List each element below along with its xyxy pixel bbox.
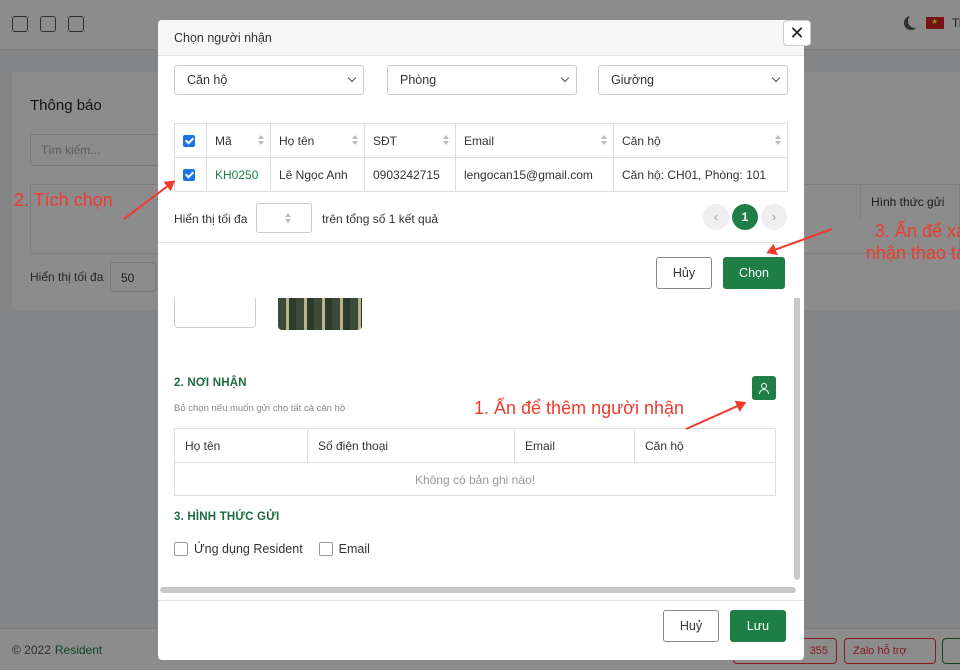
col-apartment[interactable]: Căn hộ: [613, 123, 788, 158]
apartment-select[interactable]: Căn hộ: [174, 65, 364, 95]
col-email[interactable]: Email: [455, 123, 614, 158]
next-page-button[interactable]: ›: [761, 204, 787, 230]
annotation-step3-line2: nhận thao tác: [865, 243, 960, 263]
col-apartment: Căn hộ: [645, 439, 684, 453]
create-notification-modal: 2. NƠI NHẬN Bỏ chọn nếu muốn gửi cho tất…: [158, 260, 804, 660]
bed-select[interactable]: Giường: [598, 65, 788, 95]
add-recipient-button[interactable]: [752, 376, 776, 400]
email-checkbox[interactable]: [318, 542, 333, 556]
option-app-label: Ứng dụng Resident: [194, 542, 303, 556]
col-email-label: Email: [464, 133, 495, 148]
resident-code-link[interactable]: KH0250: [206, 157, 271, 192]
col-email: Email: [515, 429, 635, 462]
resident-table: Mã Họ tên SĐT Email Căn hộ KH0250 Lê Ngọ…: [174, 123, 788, 192]
sort-icon[interactable]: [601, 135, 607, 147]
resident-email: lengocan15@gmail.com: [455, 157, 614, 192]
select-all-cell[interactable]: [174, 123, 207, 158]
close-icon[interactable]: ✕: [783, 20, 811, 46]
app-checkbox[interactable]: [174, 542, 188, 556]
apartment-select-value: Căn hộ: [187, 73, 228, 87]
room-select[interactable]: Phòng: [387, 65, 577, 95]
recipients-table: Họ tên Số điện thoại Email Căn hộ Không …: [174, 428, 776, 496]
section-recipients-title: 2. NƠI NHẬN: [174, 377, 247, 389]
row-checkbox[interactable]: [183, 169, 195, 182]
current-page-button[interactable]: 1: [732, 204, 758, 230]
col-name: Họ tên: [175, 429, 308, 462]
option-email[interactable]: Email: [318, 542, 370, 556]
recipients-table-header: Họ tên Số điện thoại Email Căn hộ: [175, 429, 775, 463]
annotation-step1: 1. Ấn để thêm người nhận: [474, 398, 684, 418]
vertical-scrollbar[interactable]: [794, 280, 800, 580]
col-phone-label: SĐT: [373, 133, 397, 148]
resident-phone: 0903242715: [364, 157, 456, 192]
choose-button[interactable]: Chọn: [723, 257, 785, 289]
create-modal-footer: Huỷ Lưu: [158, 600, 804, 660]
col-code-label: Mã: [215, 133, 232, 148]
col-code[interactable]: Mã: [206, 123, 271, 158]
sort-icon[interactable]: [352, 135, 358, 147]
col-phone: Số điện thoại: [308, 429, 515, 462]
modal-header: Chọn người nhận: [158, 20, 804, 56]
bed-select-value: Giường: [611, 73, 654, 87]
sort-icon[interactable]: [443, 135, 449, 147]
modal-title: Chọn người nhận: [174, 31, 272, 45]
chevron-down-icon: [560, 73, 570, 83]
section-send-method-title: 3. HÌNH THỨC GỬI: [174, 511, 280, 523]
choose-modal-footer: Hủy Chọn: [158, 242, 804, 298]
option-app[interactable]: Ứng dụng Resident: [174, 542, 303, 556]
cancel-button[interactable]: Huỷ: [663, 610, 719, 642]
annotation-step2: 2. Tích chọn: [14, 190, 113, 210]
sort-icon[interactable]: [258, 135, 264, 147]
table-row[interactable]: KH0250 Lê Ngọc Anh 0903242715 lengocan15…: [174, 157, 788, 192]
col-phone[interactable]: SĐT: [364, 123, 456, 158]
page-size-select[interactable]: [256, 203, 312, 233]
room-select-value: Phòng: [400, 73, 437, 87]
cancel-button[interactable]: Hủy: [656, 257, 712, 289]
stepper-icon[interactable]: [285, 213, 291, 225]
choose-recipient-modal: Chọn người nhận ✕ Căn hộ Phòng Giường Mã…: [158, 20, 811, 298]
horizontal-scrollbar[interactable]: [160, 587, 796, 593]
resident-apartment: Căn hộ: CH01, Phòng: 101: [613, 157, 788, 192]
total-results: trên tổng số 1 kết quả: [322, 212, 439, 226]
section-recipients-hint: Bỏ chọn nếu muốn gửi cho tất cả căn hộ: [174, 403, 346, 414]
resident-name: Lê Ngọc Anh: [270, 157, 365, 192]
add-person-icon: [759, 383, 769, 394]
option-email-label: Email: [338, 542, 370, 556]
send-method-options: Ứng dụng Resident Email: [174, 542, 370, 556]
select-all-checkbox[interactable]: [183, 135, 195, 148]
col-name-label: Họ tên: [279, 133, 315, 148]
annotation-step3: 3. Ấn để xác nhận thao tác: [845, 220, 960, 264]
row-select-cell[interactable]: [174, 157, 207, 192]
prev-page-button[interactable]: ‹: [703, 204, 729, 230]
sort-icon[interactable]: [775, 135, 781, 147]
annotation-step3-line1: 3. Ấn để xác: [874, 221, 960, 241]
col-apartment-label: Căn hộ: [622, 133, 661, 148]
chevron-down-icon: [347, 73, 357, 83]
show-label: Hiển thị tối đa: [174, 212, 248, 226]
empty-message: Không có bản ghi nào!: [414, 473, 536, 487]
col-name[interactable]: Họ tên: [270, 123, 365, 158]
save-button[interactable]: Lưu: [730, 610, 786, 642]
table-header: Mã Họ tên SĐT Email Căn hộ: [174, 123, 788, 158]
chevron-down-icon: [771, 73, 781, 83]
